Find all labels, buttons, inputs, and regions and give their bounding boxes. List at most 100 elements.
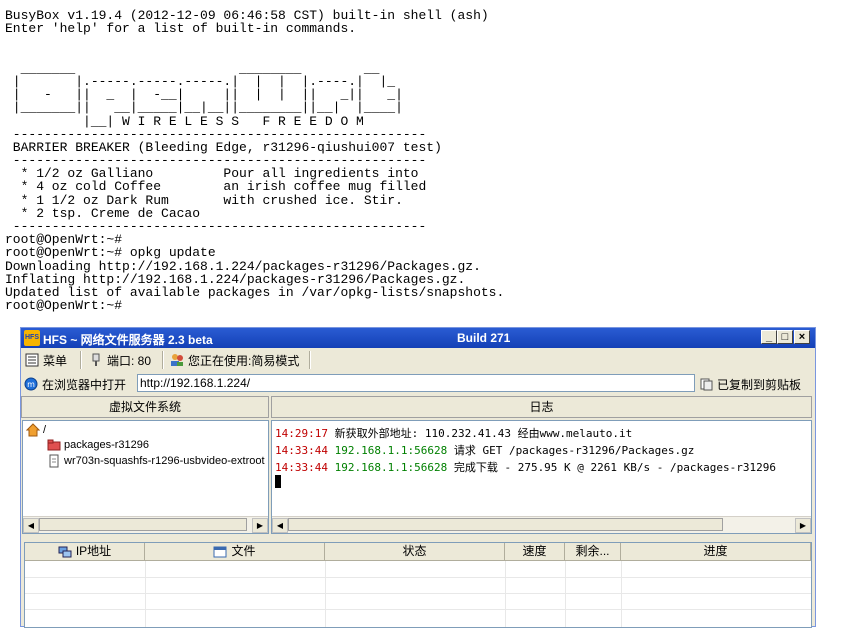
- file-icon: [49, 454, 59, 468]
- column-divider: [145, 561, 146, 627]
- column-header-ip[interactable]: IP地址: [25, 543, 145, 561]
- vfs-header: 虚拟文件系统: [21, 396, 269, 418]
- column-header-speed[interactable]: 速度: [505, 543, 565, 561]
- log-text: 新获取外部地址: 110.232.41.43 经由www.melauto.it: [334, 427, 633, 440]
- menu-icon: [25, 353, 39, 367]
- menu-bar: 菜单 端口: 80 您正在使用:简易模式: [21, 348, 815, 373]
- plug-icon: [92, 353, 100, 366]
- scroll-left-arrow-icon[interactable]: ◀: [23, 518, 39, 533]
- log-text: 请求 GET /packages-r31296/Packages.gz: [453, 444, 695, 457]
- terminal-line: |_______|| __|_____|__|__||________||__|…: [5, 100, 403, 116]
- title-bar[interactable]: HFS HFS ~ 网络文件服务器 2.3 beta Build 271 _ □…: [21, 328, 815, 348]
- column-label: 进度: [703, 544, 728, 558]
- column-label: 文件: [231, 544, 256, 558]
- vfs-tree[interactable]: / packages-r31296 wr703n-squashfs-r1296-…: [22, 420, 269, 534]
- menu-button[interactable]: 菜单: [25, 351, 67, 369]
- port-button[interactable]: 端口: 80: [89, 351, 151, 369]
- vfs-root[interactable]: /: [26, 423, 46, 437]
- port-label: 端口: 80: [107, 353, 152, 368]
- scroll-right-arrow-icon[interactable]: ▶: [795, 518, 811, 533]
- window-title: HFS ~ 网络文件服务器 2.3 beta: [43, 333, 213, 347]
- log-entry: 14:29:17 新获取外部地址: 110.232.41.43 经由www.me…: [275, 425, 632, 441]
- window-icon: [213, 546, 227, 557]
- log-time: 14:29:17: [275, 427, 328, 440]
- terminal-line: root@OpenWrt:~#: [5, 298, 123, 314]
- table-row: [25, 577, 811, 578]
- url-bar: m 在浏览器中打开 http://192.168.1.224/ 已复制到剪贴板: [21, 372, 815, 396]
- hfs-logo-icon: HFS: [24, 330, 40, 346]
- column-divider: [621, 561, 622, 627]
- vfs-scrollbar[interactable]: ◀ ▶: [23, 516, 268, 533]
- log-entry: 14:33:44 192.168.1.1:56628 请求 GET /packa…: [275, 442, 694, 458]
- mode-label: 您正在使用:简易模式: [188, 353, 300, 368]
- connections-table[interactable]: IP地址 文件 状态 速度 剩余... 进度: [24, 542, 812, 628]
- copy-label: 已复制到剪贴板: [717, 377, 802, 392]
- svg-text:m: m: [27, 380, 35, 389]
- menu-label: 菜单: [43, 353, 68, 368]
- copy-to-clipboard-button[interactable]: 已复制到剪贴板: [699, 375, 801, 393]
- column-header-file[interactable]: 文件: [145, 543, 325, 561]
- minimize-button[interactable]: _: [761, 330, 777, 344]
- terminal-line: ----------------------------------------…: [5, 219, 427, 234]
- close-button[interactable]: ×: [794, 330, 810, 344]
- column-header-progress[interactable]: 进度: [621, 543, 811, 561]
- maximize-button[interactable]: □: [777, 330, 793, 344]
- log-time: 14:33:44: [275, 444, 328, 457]
- column-divider: [565, 561, 566, 627]
- column-label: 速度: [522, 544, 547, 558]
- network-icon: [58, 546, 72, 557]
- terminal-line: * 1 1/2 oz Dark Rum with crushed ice. St…: [5, 192, 403, 208]
- log-source: 192.168.1.1:56628: [334, 444, 448, 457]
- scroll-left-arrow-icon[interactable]: ◀: [272, 518, 288, 533]
- column-label: IP地址: [75, 544, 112, 558]
- mode-button[interactable]: 您正在使用:简易模式: [170, 351, 299, 369]
- vfs-item-label: packages-r31296: [64, 439, 150, 451]
- terminal-line: Enter 'help' for a list of built-in comm…: [5, 21, 357, 37]
- scroll-thumb[interactable]: [288, 518, 723, 531]
- text-cursor: [275, 475, 281, 488]
- log-header: 日志: [271, 396, 812, 418]
- terminal-line: _______ ________ __: [5, 60, 380, 76]
- terminal-line: Updated list of available packages in /v…: [5, 284, 505, 300]
- vfs-root-label: /: [43, 424, 47, 436]
- log-panel[interactable]: ◀ ▶ 14:29:17 新获取外部地址: 110.232.41.43 经由ww…: [271, 420, 812, 534]
- hfs-window: HFS HFS ~ 网络文件服务器 2.3 beta Build 271 _ □…: [20, 327, 816, 628]
- column-label: 状态: [402, 544, 427, 558]
- log-source: 192.168.1.1:56628: [334, 461, 448, 474]
- users-icon: [171, 354, 183, 366]
- column-label: 剩余...: [575, 544, 610, 558]
- terminal-line: |__| W I R E L E S S F R E E D O M: [5, 113, 364, 129]
- terminal-line: Inflating http://192.168.1.224/packages-…: [5, 271, 466, 287]
- terminal-line: Downloading http://192.168.1.224/package…: [5, 258, 481, 274]
- terminal-line: * 4 oz cold Coffee an irish coffee mug f…: [5, 179, 427, 195]
- browser-icon: m: [24, 377, 38, 391]
- column-divider: [505, 561, 506, 627]
- column-divider: [325, 561, 326, 627]
- scroll-thumb[interactable]: [39, 518, 247, 531]
- open-in-browser-button[interactable]: m 在浏览器中打开: [24, 375, 126, 393]
- separator: [162, 351, 164, 369]
- scroll-right-arrow-icon[interactable]: ▶: [252, 518, 268, 533]
- log-text: 完成下载 - 275.95 K @ 2261 KB/s - /packages-…: [453, 461, 776, 474]
- url-field[interactable]: http://192.168.1.224/: [137, 374, 695, 392]
- column-header-status[interactable]: 状态: [325, 543, 505, 561]
- log-entry: 14:33:44 192.168.1.1:56628 完成下载 - 275.95…: [275, 459, 776, 475]
- separator: [80, 351, 82, 369]
- vfs-item-label: wr703n-squashfs-r1296-usbvideo-extroot: [64, 455, 265, 467]
- log-time: 14:33:44: [275, 461, 328, 474]
- terminal-line: root@OpenWrt:~# opkg update: [5, 245, 216, 261]
- vfs-item-file[interactable]: wr703n-squashfs-r1296-usbvideo-extroot: [47, 454, 265, 468]
- home-icon: [26, 423, 40, 437]
- terminal-line: ----------------------------------------…: [5, 126, 427, 142]
- column-header-remaining[interactable]: 剩余...: [565, 543, 621, 561]
- vfs-item-folder[interactable]: packages-r31296: [47, 438, 149, 452]
- table-row: [25, 593, 811, 594]
- build-number: Build 271: [457, 331, 511, 345]
- table-row: [25, 609, 811, 610]
- log-scrollbar[interactable]: ◀ ▶: [272, 516, 811, 533]
- terminal-output: BusyBox v1.19.4 (2012-12-09 06:46:58 CST…: [5, 9, 845, 314]
- open-in-browser-label: 在浏览器中打开: [42, 377, 127, 392]
- clipboard-icon: [700, 378, 713, 391]
